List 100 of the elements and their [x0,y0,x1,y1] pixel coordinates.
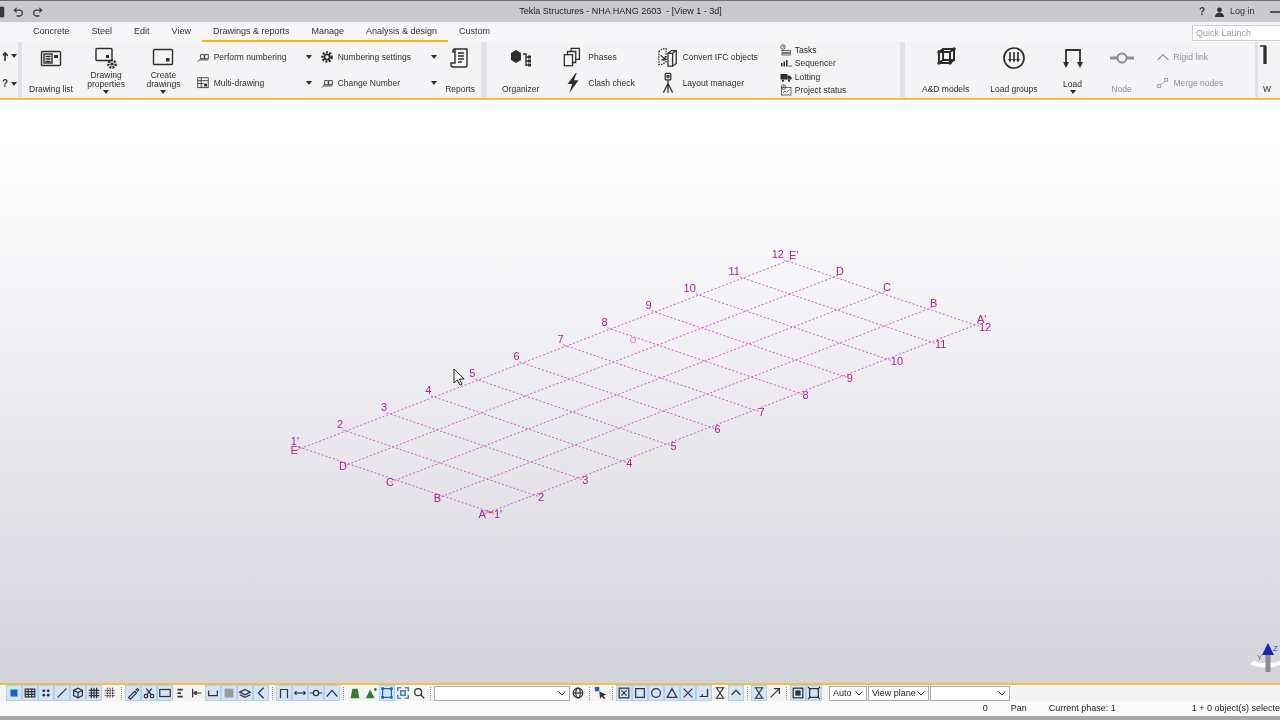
ribbon-button[interactable]: Drawing list [26,42,76,98]
grid-label: D [836,265,844,277]
arrow-up-icon [3,50,8,61]
grid-label: 7 [557,333,564,345]
toolbar-button[interactable] [806,685,822,701]
ribbon-button[interactable]: Load [1055,42,1090,98]
chevron-down-icon [558,690,566,696]
ribbon-button[interactable]: Organizer [499,42,543,98]
status-text: Pan [1010,703,1027,714]
dropdown-field[interactable]: View plane [868,685,929,701]
ribbon-tab[interactable]: Steel [80,22,124,42]
grid-label: 11 [934,338,947,350]
scissors-icon [142,686,156,700]
ribbon-button[interactable]: Numbering settings [317,50,439,64]
grid-label: C [883,281,891,293]
origin-marker-icon [488,511,494,514]
status-board-icon [779,84,792,97]
layers-icon [238,686,252,700]
toolbar-button[interactable] [411,685,427,701]
x-icon [681,686,695,700]
load-frame-icon [1060,46,1085,70]
grid-label: 10 [683,282,696,294]
grid-label: 1' [494,508,503,520]
dropdown-field[interactable]: Auto [829,685,867,701]
login-button[interactable]: Log in [1215,6,1255,17]
cursor-icon [453,368,465,386]
hourglass-icon [752,686,766,700]
merge-nodes-icon [1155,76,1170,90]
ribbon-button[interactable]: Lotting [777,70,849,83]
grid-label: A' [478,508,488,520]
sphere-icon [571,686,585,700]
grid-label: E' [290,444,300,456]
dash-icon [1260,45,1266,47]
ribbon-tab[interactable]: Edit [123,22,161,42]
ribbon-tab[interactable]: Concrete [22,22,81,42]
minimize-icon[interactable] [1270,10,1280,13]
dot-square-icon [791,686,805,700]
grid-label: 4 [626,457,633,469]
grid-label: 9 [846,372,853,384]
axis-label: Y [1257,653,1263,662]
grid-label: 1' [290,435,299,447]
line-bars-icon [190,686,204,700]
bar-icon [1263,46,1267,64]
ribbon-button[interactable]: Create drawings [136,42,191,98]
corners-icon [396,686,410,700]
undo-icon[interactable] [13,6,24,17]
ribbon-button[interactable]: Sequencer [777,57,849,70]
grid-label: D [339,460,347,472]
load-circle-icon [1001,46,1026,70]
ribbon-button[interactable]: Clash check [560,72,637,94]
cursor-square-icon [594,686,608,700]
ribbon-tab[interactable]: Custom [448,22,502,42]
grid-label: 8 [802,389,809,401]
grid-label: E' [789,249,799,261]
dotted-grid-icon [103,686,117,700]
boxed-x-icon [617,686,631,700]
ribbon-button[interactable]: Tasks [777,43,849,56]
triangle-icon [364,686,378,700]
window-title: Tekla Structures - NHA HANG 2603 - [View 1 - 3d] [519,6,722,17]
dropdown-field[interactable] [930,685,1010,701]
ribbon-button[interactable]: Drawing properties [79,42,134,98]
ribbon-button[interactable]: Load groups [987,42,1041,98]
ribbon-tab[interactable]: View [160,22,202,42]
grid-label: 5 [469,367,476,379]
grid-label: 6 [513,350,520,362]
ribbon-button[interactable]: Project status [777,84,849,97]
ribbon-button[interactable]: Perform numbering [193,50,315,64]
circle-marker-icon [629,336,637,344]
toolbar-button[interactable] [570,685,586,701]
grid-label: 2 [538,491,545,503]
ribbon-button[interactable]: Reports [442,42,478,98]
dropdown-button[interactable] [3,50,17,61]
save-icon[interactable] [0,5,5,18]
ribbon-button[interactable]: Layout manager [654,72,760,94]
ribbon-button[interactable]: Change Number [317,76,439,90]
bracket-icon [277,686,291,700]
axis-label: Z [1273,644,1278,653]
ribbon-button[interactable]: W [1258,42,1280,98]
redo-icon[interactable] [32,6,43,17]
dropdown-field[interactable] [434,685,570,701]
quick-launch-field[interactable]: Quick Launch [1192,25,1280,41]
ribbon-button[interactable]: Phases [560,46,637,68]
magnifier-icon [412,686,426,700]
diagonal-line-icon [55,686,69,700]
ribbon-button[interactable]: Convert IFC objects [654,46,760,68]
ribbon-button[interactable]: A&D models [919,42,973,98]
cube-icon [71,686,85,700]
toolbar-button[interactable] [593,685,609,701]
task-list-icon [779,43,792,56]
grid-label: 12 [771,248,784,260]
square-outline-icon [633,686,647,700]
help-button[interactable]: ? [1195,6,1209,17]
user-icon [1215,6,1224,17]
rectangle-icon [158,686,172,700]
grid-label: B [930,297,938,309]
bar-sequence-icon [779,57,792,70]
axis-gizmo-icon[interactable] [1250,643,1280,672]
frame-square-icon [807,686,821,700]
grid-label: 3 [381,401,388,413]
ribbon-button[interactable]: Multi-drawing [193,76,315,90]
